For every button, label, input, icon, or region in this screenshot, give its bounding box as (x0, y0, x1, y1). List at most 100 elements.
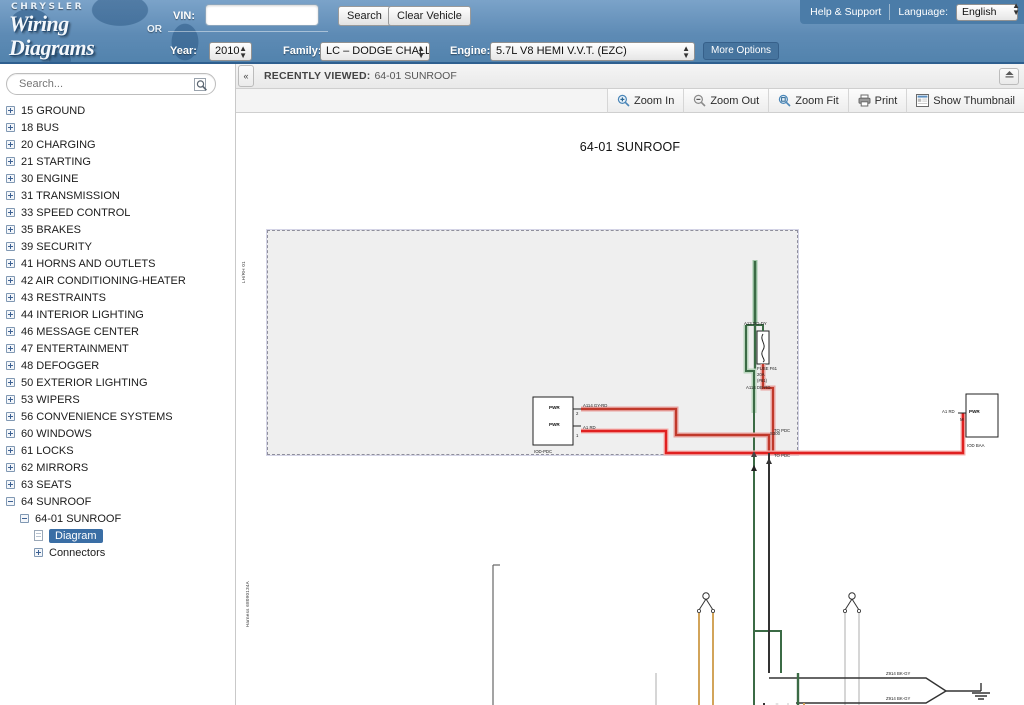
sidebar-item-31-transmission[interactable]: 31 TRANSMISSION (0, 187, 235, 204)
sidebar-item-61-locks[interactable]: 61 LOCKS (0, 442, 235, 459)
search-input[interactable] (17, 74, 187, 94)
panel-collapse-toggle[interactable] (999, 68, 1019, 85)
expand-icon[interactable] (6, 327, 15, 336)
print-button[interactable]: Print (847, 89, 907, 113)
expand-icon[interactable] (6, 378, 15, 387)
recently-viewed-value[interactable]: 64-01 SUNROOF (374, 70, 456, 82)
fuse-rating-label: 20A (757, 372, 765, 377)
sidebar-item-62-mirrors[interactable]: 62 MIRRORS (0, 459, 235, 476)
right-module-pin-number: M (960, 417, 964, 422)
collapse-icon[interactable] (6, 497, 15, 506)
left-module-pin2-terminal: PWR (549, 405, 560, 410)
expand-icon[interactable] (6, 123, 15, 132)
logo-title-text: Wiring Diagrams (9, 11, 95, 60)
sidebar-item-label: 60 WINDOWS (21, 427, 92, 440)
zoom-in-button[interactable]: Zoom In (606, 89, 684, 113)
sidebar-item-connectors[interactable]: Connectors (0, 544, 235, 561)
sidebar-item-56-convenience-systems[interactable]: 56 CONVENIENCE SYSTEMS (0, 408, 235, 425)
sidebar-item-39-security[interactable]: 39 SECURITY (0, 238, 235, 255)
language-select-value: English (962, 5, 997, 18)
chevron-updown-icon: ▲ ▼ (682, 44, 690, 60)
search-icon[interactable] (194, 77, 208, 92)
engine-label: Engine: (450, 45, 491, 57)
expand-icon[interactable] (6, 293, 15, 302)
vin-input[interactable] (205, 4, 319, 26)
family-select-value: LC – DODGE CHALL (326, 45, 430, 57)
sidebar-item-15-ground[interactable]: 15 GROUND (0, 102, 235, 119)
expand-icon[interactable] (6, 157, 15, 166)
expand-icon[interactable] (6, 412, 15, 421)
family-label: Family: (283, 45, 322, 57)
sidebar-item-label: 46 MESSAGE CENTER (21, 325, 139, 338)
expand-icon[interactable] (6, 208, 15, 217)
expand-icon[interactable] (6, 225, 15, 234)
year-select-value: 2010 (215, 45, 240, 57)
sidebar-item-60-windows[interactable]: 60 WINDOWS (0, 425, 235, 442)
left-module-pin2-number: 2 (576, 411, 579, 416)
chevron-updown-icon: ▲ ▼ (1012, 1, 1020, 17)
zoom-fit-button[interactable]: Zoom Fit (768, 89, 848, 113)
collapse-sidebar-button[interactable]: « (238, 65, 254, 87)
expand-icon[interactable] (6, 191, 15, 200)
sidebar-item-48-defogger[interactable]: 48 DEFOGGER (0, 357, 235, 374)
expand-icon[interactable] (6, 480, 15, 489)
expand-icon[interactable] (34, 548, 43, 557)
expand-icon[interactable] (6, 310, 15, 319)
sidebar-item-64-01-sunroof[interactable]: 64-01 SUNROOF (0, 510, 235, 527)
sidebar-item-21-starting[interactable]: 21 STARTING (0, 153, 235, 170)
sidebar-item-35-brakes[interactable]: 35 BRAKES (0, 221, 235, 238)
sidebar-item-label: 61 LOCKS (21, 444, 74, 457)
show-thumbnail-button[interactable]: Show Thumbnail (906, 89, 1024, 113)
clear-vehicle-button[interactable]: Clear Vehicle (388, 6, 471, 26)
fuse-name-label: FUSE F61 (757, 366, 778, 371)
sidebar-item-label: 41 HORNS AND OUTLETS (21, 257, 156, 270)
expand-icon[interactable] (6, 395, 15, 404)
sidebar-item-53-wipers[interactable]: 53 WIPERS (0, 391, 235, 408)
expand-icon[interactable] (6, 429, 15, 438)
sidebar-item-33-speed-control[interactable]: 33 SPEED CONTROL (0, 204, 235, 221)
expand-icon[interactable] (6, 259, 15, 268)
or-separator-label: OR (147, 24, 162, 35)
year-select[interactable]: 2010 ▲ ▼ (209, 42, 252, 61)
sidebar-item-41-horns-and-outlets[interactable]: 41 HORNS AND OUTLETS (0, 255, 235, 272)
diagram-wiring-svg (492, 260, 999, 705)
sidebar-item-18-bus[interactable]: 18 BUS (0, 119, 235, 136)
sidebar-item-42-air-conditioning-heater[interactable]: 42 AIR CONDITIONING-HEATER (0, 272, 235, 289)
recently-viewed-bar: « RECENTLY VIEWED: 64-01 SUNROOF (236, 64, 1024, 89)
search-button[interactable]: Search (338, 6, 391, 26)
sidebar-item-label: 63 SEATS (21, 478, 72, 491)
expand-icon[interactable] (6, 174, 15, 183)
expand-icon[interactable] (6, 140, 15, 149)
collapse-icon[interactable] (20, 514, 29, 523)
more-options-button[interactable]: More Options (703, 42, 780, 60)
sidebar-item-20-charging[interactable]: 20 CHARGING (0, 136, 235, 153)
expand-icon[interactable] (6, 463, 15, 472)
sidebar-item-diagram[interactable]: Diagram (0, 527, 235, 544)
sidebar-item-44-interior-lighting[interactable]: 44 INTERIOR LIGHTING (0, 306, 235, 323)
expand-icon[interactable] (6, 276, 15, 285)
left-module-pin2-wire: A114 GY-RD (583, 403, 608, 408)
sidebar-item-label: Diagram (49, 528, 103, 543)
sidebar-item-label: 56 CONVENIENCE SYSTEMS (21, 410, 173, 423)
sidebar-item-63-seats[interactable]: 63 SEATS (0, 476, 235, 493)
expand-icon[interactable] (6, 242, 15, 251)
zoom-out-button[interactable]: Zoom Out (683, 89, 769, 113)
help-and-support-link[interactable]: Help & Support (810, 6, 881, 18)
sidebar-item-label: 47 ENTERTAINMENT (21, 342, 129, 355)
sidebar-item-64-sunroof[interactable]: 64 SUNROOF (0, 493, 235, 510)
sidebar-item-43-restraints[interactable]: 43 RESTRAINTS (0, 289, 235, 306)
diagram-canvas[interactable]: 64-01 SUNROOF LH/RH 01 Harness 68090134A (236, 113, 1024, 705)
expand-icon[interactable] (6, 344, 15, 353)
expand-icon[interactable] (6, 446, 15, 455)
language-select[interactable]: English ▲ ▼ (956, 1, 1020, 21)
expand-icon[interactable] (6, 361, 15, 370)
sidebar-item-30-engine[interactable]: 30 ENGINE (0, 170, 235, 187)
sidebar-item-46-message-center[interactable]: 46 MESSAGE CENTER (0, 323, 235, 340)
sidebar-search-box[interactable] (6, 73, 216, 95)
expand-icon[interactable] (6, 106, 15, 115)
engine-select[interactable]: 5.7L V8 HEMI V.V.T. (EZC) ▲ ▼ (490, 42, 695, 61)
sidebar-item-50-exterior-lighting[interactable]: 50 EXTERIOR LIGHTING (0, 374, 235, 391)
ground-wire-1-label: Z914 BK-GY (886, 671, 911, 676)
family-select[interactable]: LC – DODGE CHALL ▲ ▼ (320, 42, 430, 61)
sidebar-item-47-entertainment[interactable]: 47 ENTERTAINMENT (0, 340, 235, 357)
